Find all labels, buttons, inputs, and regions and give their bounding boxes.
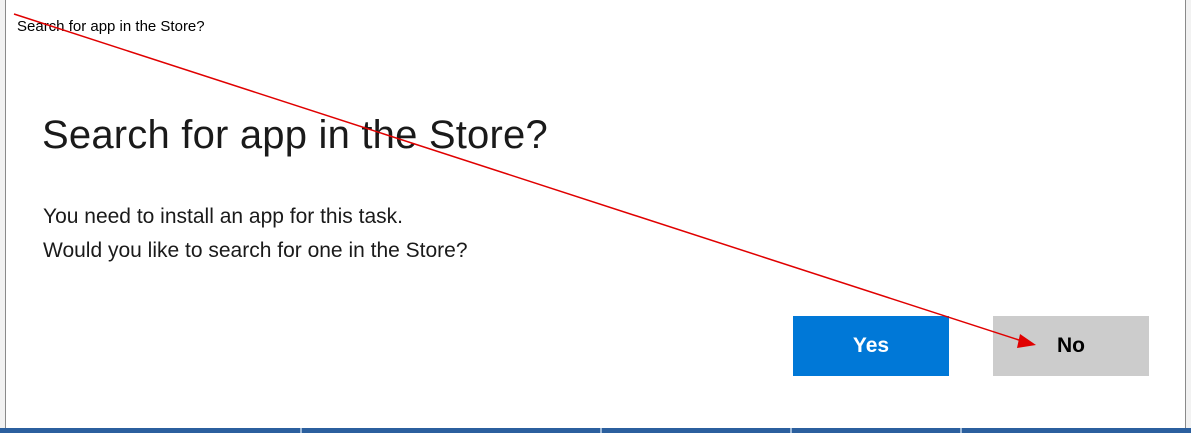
yes-button[interactable]: Yes bbox=[793, 316, 949, 376]
screen: Search for app in the Store? Search for … bbox=[0, 0, 1191, 433]
taskbar-divider bbox=[600, 428, 602, 433]
taskbar-divider bbox=[790, 428, 792, 433]
store-search-dialog: Search for app in the Store? Search for … bbox=[7, 0, 1184, 428]
taskbar-divider bbox=[300, 428, 302, 433]
message-line-1: You need to install an app for this task… bbox=[43, 205, 403, 228]
window-title: Search for app in the Store? bbox=[17, 18, 205, 35]
taskbar-strip bbox=[0, 428, 1191, 433]
dialog-heading: Search for app in the Store? bbox=[42, 113, 548, 157]
window-right-edge bbox=[1185, 0, 1191, 433]
message-line-2: Would you like to search for one in the … bbox=[43, 239, 468, 262]
taskbar-divider bbox=[960, 428, 962, 433]
window-left-edge bbox=[0, 0, 6, 433]
no-button[interactable]: No bbox=[993, 316, 1149, 376]
dialog-message: You need to install an app for this task… bbox=[43, 200, 468, 268]
